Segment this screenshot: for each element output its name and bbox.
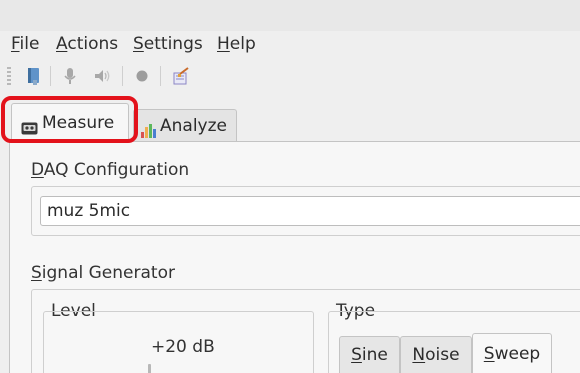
toolbar xyxy=(0,60,580,92)
tape-icon xyxy=(21,115,38,145)
menu-file[interactable]: File xyxy=(11,34,39,54)
level-slider-handle[interactable] xyxy=(148,364,151,373)
menu-settings[interactable]: Settings xyxy=(133,34,203,54)
tab-sweep[interactable]: Sweep xyxy=(472,333,552,373)
daq-configuration-select[interactable]: muz 5mic xyxy=(40,196,580,226)
tab-sine[interactable]: Sine xyxy=(339,336,400,373)
menu-help[interactable]: Help xyxy=(217,34,256,54)
book-icon[interactable] xyxy=(24,66,44,86)
tab-analyze[interactable]: Analyze xyxy=(133,109,237,141)
toolbar-separator xyxy=(160,66,161,86)
tab-measure[interactable]: Measure xyxy=(11,103,129,142)
tab-noise[interactable]: Noise xyxy=(400,336,472,373)
record-icon[interactable] xyxy=(132,66,152,86)
microphone-icon[interactable] xyxy=(60,66,80,86)
daq-configuration-title: DAQ Configuration xyxy=(31,160,190,180)
toolbar-grip[interactable] xyxy=(7,67,11,85)
toolbar-separator xyxy=(50,66,51,86)
clear-icon[interactable] xyxy=(171,66,191,86)
toolbar-separator xyxy=(122,66,123,86)
window-titlebar xyxy=(0,0,580,31)
speaker-icon[interactable] xyxy=(93,66,113,86)
level-value: +20 dB xyxy=(151,337,215,357)
signal-generator-title: Signal Generator xyxy=(31,263,175,283)
bar-chart-icon xyxy=(141,118,156,148)
menu-actions[interactable]: Actions xyxy=(56,34,118,54)
